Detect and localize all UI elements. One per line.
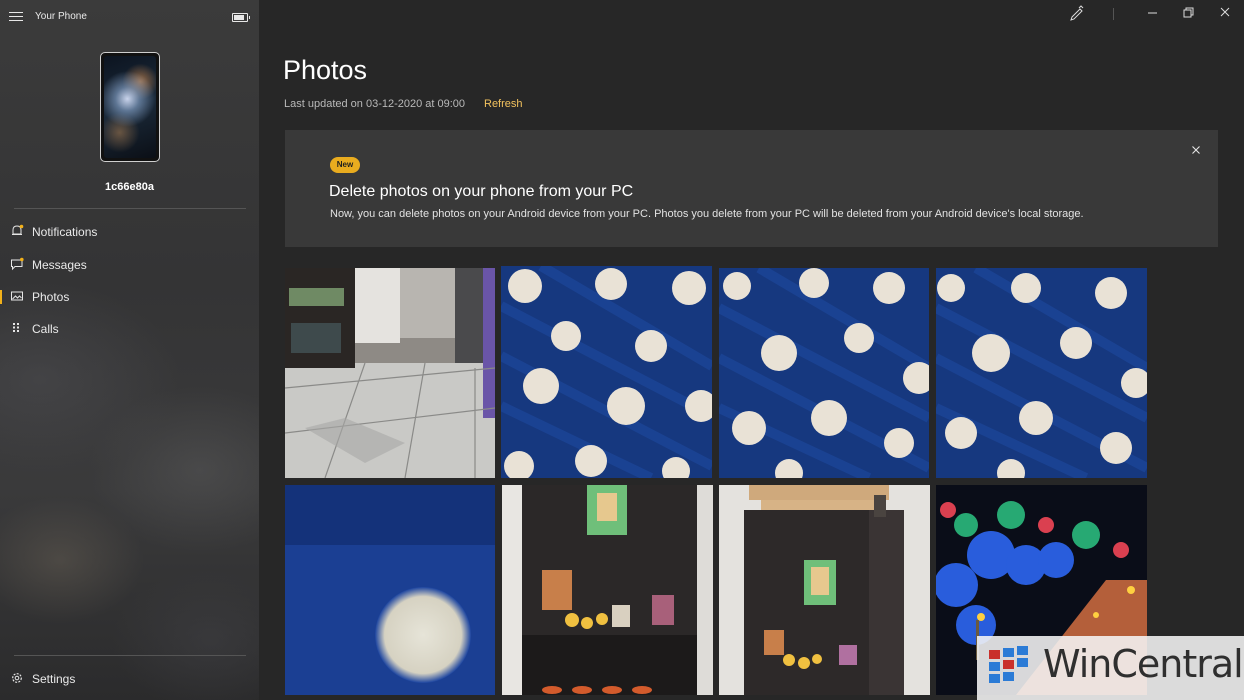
photo-thumbnail[interactable] xyxy=(719,485,930,695)
polka-dot-fabric-image xyxy=(936,268,1147,478)
sidebar-item-label: Messages xyxy=(32,258,87,272)
dialpad-icon xyxy=(13,323,19,332)
photo-thumbnail[interactable] xyxy=(285,485,495,695)
photo-thumbnail[interactable] xyxy=(285,268,495,478)
shrine-cabinet-image xyxy=(502,485,713,695)
dismiss-banner-icon[interactable] xyxy=(1191,145,1201,155)
sidebar-bottom-divider xyxy=(14,655,246,656)
page-title: Photos xyxy=(283,55,368,85)
device-name: 1c66e80a xyxy=(105,181,154,193)
sidebar-item-label: Photos xyxy=(32,290,70,304)
photo-thumbnail[interactable] xyxy=(936,268,1147,478)
minimize-icon[interactable] xyxy=(1135,0,1169,26)
sidebar-divider xyxy=(14,208,246,209)
sidebar-item-settings[interactable]: Settings xyxy=(0,665,259,693)
message-icon xyxy=(11,257,24,271)
pen-icon[interactable] xyxy=(1060,0,1094,26)
shrine-cabinet-open-image xyxy=(719,485,930,695)
titlebar-separator xyxy=(1113,8,1114,20)
app-title: Your Phone xyxy=(35,11,87,22)
sidebar-item-label: Calls xyxy=(32,322,59,336)
phone-wallpaper xyxy=(104,56,156,158)
feature-banner: New Delete photos on your phone from you… xyxy=(285,130,1218,247)
watermark: WinCentral xyxy=(977,636,1244,700)
polka-dot-fabric-image xyxy=(719,268,929,478)
wincentral-logo xyxy=(989,646,1028,683)
last-updated-text: Last updated on 03-12-2020 at 09:00 xyxy=(284,98,466,110)
room-floor-image xyxy=(285,268,495,478)
gear-icon xyxy=(12,673,22,683)
sidebar: Your Phone 1c66e80a Notifications Messag… xyxy=(0,0,259,700)
watermark-text: WinCentral xyxy=(1043,642,1244,686)
photo-thumbnail[interactable] xyxy=(502,485,713,695)
banner-title: Delete photos on your phone from your PC xyxy=(329,183,634,200)
restore-icon[interactable] xyxy=(1171,0,1205,26)
new-badge: New xyxy=(330,157,360,173)
battery-icon xyxy=(232,13,250,22)
photo-thumbnail[interactable] xyxy=(719,268,929,478)
bell-icon xyxy=(12,224,24,235)
sidebar-item-label: Notifications xyxy=(32,225,98,239)
phone-image xyxy=(100,52,160,162)
close-icon[interactable] xyxy=(1208,0,1242,26)
refresh-button[interactable]: Refresh xyxy=(484,98,523,110)
active-indicator xyxy=(0,290,2,304)
sidebar-item-notifications[interactable]: Notifications xyxy=(0,218,259,246)
photo-icon xyxy=(11,291,23,301)
sidebar-item-calls[interactable]: Calls xyxy=(0,315,259,343)
sidebar-item-messages[interactable]: Messages xyxy=(0,251,259,279)
app-title-bar: Your Phone xyxy=(0,0,259,34)
banner-text: Now, you can delete photos on your Andro… xyxy=(330,208,1084,220)
photo-thumbnail[interactable] xyxy=(501,266,712,478)
hamburger-menu-icon[interactable] xyxy=(9,12,23,22)
polka-dot-fabric-image xyxy=(501,266,712,478)
blurred-dot-closeup-image xyxy=(285,485,495,695)
settings-label: Settings xyxy=(32,672,76,686)
sidebar-item-photos[interactable]: Photos xyxy=(0,283,259,311)
